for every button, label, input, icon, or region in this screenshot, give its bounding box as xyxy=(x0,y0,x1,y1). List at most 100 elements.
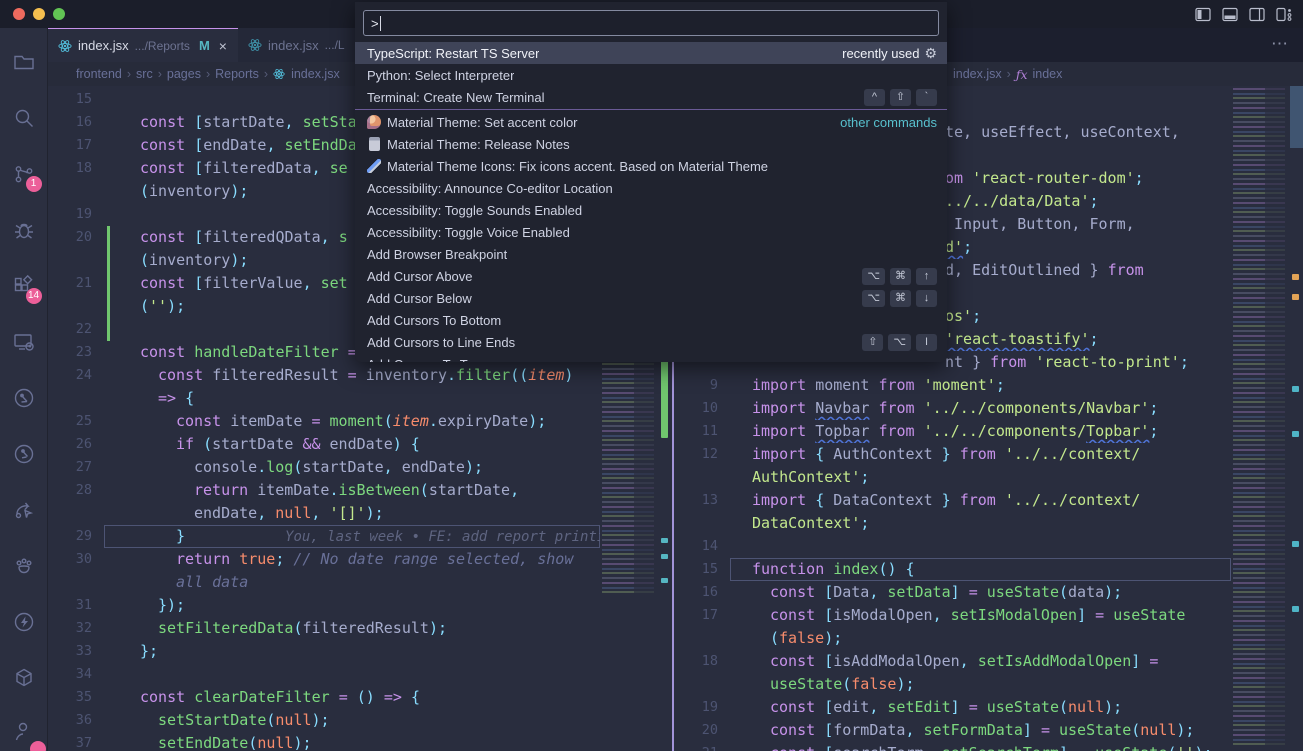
command-item[interactable]: Add Browser Breakpoint xyxy=(355,243,947,265)
code-line[interactable]: 21const [searchTerm, setSearchTerm] = us… xyxy=(674,742,1231,751)
timeline-icon[interactable] xyxy=(0,426,48,482)
code-line[interactable]: 10import Navbar from '../../components/N… xyxy=(674,397,1231,420)
code-line[interactable]: 19const [edit, setEdit] = useState(null)… xyxy=(674,696,1231,719)
code-line[interactable]: 37setEndDate(null); xyxy=(48,732,600,751)
code-line[interactable]: 31}); xyxy=(48,594,600,617)
line-number: 13 xyxy=(674,489,730,512)
command-label: Terminal: Create New Terminal xyxy=(367,90,545,105)
command-item[interactable]: Python: Select Interpreter xyxy=(355,64,947,86)
code-line[interactable]: 28return itemDate.isBetween(startDate, xyxy=(48,479,600,502)
code-line[interactable]: 24const filteredResult = inventory.filte… xyxy=(48,364,600,387)
code-line[interactable]: 26if (startDate && endDate) { xyxy=(48,433,600,456)
command-item[interactable]: Add Cursors To Bottom xyxy=(355,309,947,331)
test-explorer-icon[interactable] xyxy=(0,370,48,426)
line-number: 34 xyxy=(48,663,104,686)
command-item[interactable]: TypeScript: Restart TS Serverrecently us… xyxy=(355,42,947,64)
more-actions-icon[interactable]: ⋯ xyxy=(1271,34,1289,54)
tab-index-jsx-reports[interactable]: index.jsx .../Reports M × xyxy=(48,28,238,62)
extensions-icon[interactable]: 14 xyxy=(0,258,48,314)
command-item[interactable]: Material Theme Icons: Fix icons accent. … xyxy=(355,155,947,177)
customize-layout-icon[interactable] xyxy=(1276,7,1293,22)
command-item[interactable]: Material Theme: Set accent colorother co… xyxy=(355,111,947,133)
code-line[interactable]: AuthContext'; xyxy=(674,466,1231,489)
code-line[interactable]: 11import Topbar from '../../components/T… xyxy=(674,420,1231,443)
command-item[interactable]: Add Cursor Below⌥⌘↓ xyxy=(355,287,947,309)
source-control-icon[interactable]: 1 xyxy=(0,146,48,202)
line-number: 28 xyxy=(48,479,104,502)
code-line[interactable]: 12import { AuthContext } from '../../con… xyxy=(674,443,1231,466)
code-line[interactable]: 20const [formData, setFormData] = useSta… xyxy=(674,719,1231,742)
gear-icon[interactable]: ⚙ xyxy=(924,45,937,62)
code-line[interactable]: useState(false); xyxy=(674,673,1231,696)
code-line[interactable]: 34 xyxy=(48,663,600,686)
command-item[interactable]: Terminal: Create New Terminal^⇧` xyxy=(355,86,947,108)
breadcrumb-item[interactable]: frontend xyxy=(76,67,122,81)
breadcrumb-item[interactable]: Reports xyxy=(215,67,259,81)
remote-explorer-icon[interactable] xyxy=(0,314,48,370)
minimap-right[interactable] xyxy=(1231,86,1289,751)
search-icon[interactable] xyxy=(0,90,48,146)
command-item[interactable]: Add Cursors To Top xyxy=(355,353,947,362)
code-line[interactable]: 32setFilteredData(filteredResult); xyxy=(48,617,600,640)
code-line[interactable]: 14 xyxy=(674,535,1231,558)
tab-index-jsx-other[interactable]: index.jsx .../L xyxy=(238,28,368,62)
code-line[interactable]: => { xyxy=(48,387,600,410)
toggle-panel-icon[interactable] xyxy=(1222,7,1238,22)
code-line[interactable]: all data xyxy=(48,571,600,594)
command-label: Add Cursor Above xyxy=(367,269,473,284)
scrollbar-slider[interactable] xyxy=(1290,86,1303,148)
close-window-icon[interactable] xyxy=(13,8,25,20)
code-line[interactable]: DataContext'; xyxy=(674,512,1231,535)
command-item[interactable]: Add Cursors to Line Ends⇧⌥I xyxy=(355,331,947,353)
other-commands-link[interactable]: other commands xyxy=(840,115,937,130)
command-label: Material Theme Icons: Fix icons accent. … xyxy=(387,159,768,174)
line-number xyxy=(48,571,104,594)
command-item[interactable]: Material Theme: Release Notes xyxy=(355,133,947,155)
brush-icon xyxy=(367,159,381,173)
react-file-icon xyxy=(248,38,262,52)
debug-icon[interactable] xyxy=(0,202,48,258)
explorer-icon[interactable] xyxy=(0,34,48,90)
code-line[interactable]: 17const [isModalOpen, setIsModalOpen] = … xyxy=(674,604,1231,627)
command-item[interactable]: Accessibility: Announce Co-editor Locati… xyxy=(355,177,947,199)
code-line[interactable]: 9import moment from 'moment'; xyxy=(674,374,1231,397)
maximize-window-icon[interactable] xyxy=(53,8,65,20)
docker-icon[interactable] xyxy=(0,650,48,706)
breadcrumb-item[interactable]: src xyxy=(136,67,153,81)
command-item[interactable]: Add Cursor Above⌥⌘↑ xyxy=(355,265,947,287)
command-input[interactable]: > xyxy=(363,10,939,36)
breadcrumb-item[interactable]: index.jsx xyxy=(953,67,1002,81)
tab-close-icon[interactable]: × xyxy=(219,38,227,54)
toggle-sidebar-icon[interactable] xyxy=(1195,7,1211,22)
code-line[interactable]: 27console.log(startDate, endDate); xyxy=(48,456,600,479)
code-line[interactable]: 18const [isAddModalOpen, setIsAddModalOp… xyxy=(674,650,1231,673)
code-line[interactable]: 30return true; // No date range selected… xyxy=(48,548,600,571)
toggle-secondary-sidebar-icon[interactable] xyxy=(1249,7,1265,22)
line-number: 30 xyxy=(48,548,104,571)
code-line[interactable]: endDate, null, '[]'); xyxy=(48,502,600,525)
breadcrumb-symbol[interactable]: index xyxy=(1033,67,1063,81)
tab-dir: .../Reports xyxy=(135,39,190,53)
account-icon[interactable] xyxy=(0,711,48,751)
code-line[interactable]: 29}You, last week • FE: add report print… xyxy=(48,525,600,548)
command-input-value: > xyxy=(371,16,379,31)
line-number: 11 xyxy=(674,420,730,443)
breadcrumb-item[interactable]: pages xyxy=(167,67,201,81)
live-share-icon[interactable] xyxy=(0,482,48,538)
code-line[interactable]: 33}; xyxy=(48,640,600,663)
code-line[interactable]: 13import { DataContext } from '../../con… xyxy=(674,489,1231,512)
code-line[interactable]: (false); xyxy=(674,627,1231,650)
minimize-window-icon[interactable] xyxy=(33,8,45,20)
code-line[interactable]: 35const clearDateFilter = () => { xyxy=(48,686,600,709)
code-line[interactable]: 16const [Data, setData] = useState(data)… xyxy=(674,581,1231,604)
code-line[interactable]: 36setStartDate(null); xyxy=(48,709,600,732)
thunder-client-icon[interactable] xyxy=(0,594,48,650)
keybinding-key: I xyxy=(916,334,937,351)
command-item[interactable]: Accessibility: Toggle Voice Enabled xyxy=(355,221,947,243)
code-line[interactable]: 25const itemDate = moment(item.expiryDat… xyxy=(48,410,600,433)
command-item[interactable]: Accessibility: Toggle Sounds Enabled xyxy=(355,199,947,221)
codestream-icon[interactable] xyxy=(0,538,48,594)
code-line[interactable]: 15function index() { xyxy=(674,558,1231,581)
breadcrumb-item[interactable]: index.jsx xyxy=(291,67,340,81)
line-number: 27 xyxy=(48,456,104,479)
